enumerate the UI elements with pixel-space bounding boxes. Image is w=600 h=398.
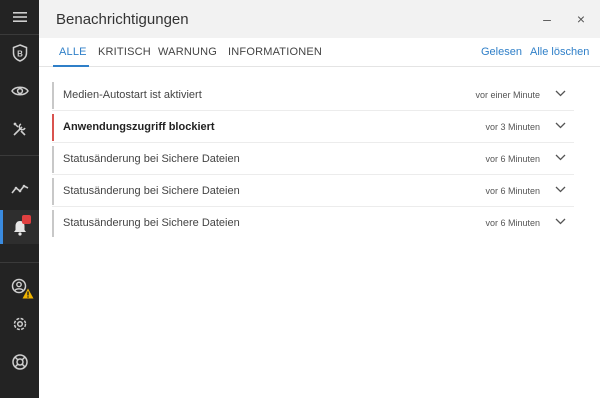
title-bar: Benachrichtigungen – × <box>39 0 600 38</box>
notification-time: vor 6 Minuten <box>485 218 540 228</box>
window-title: Benachrichtigungen <box>56 11 189 28</box>
sidebar-item-account[interactable] <box>0 270 39 304</box>
main-panel: Benachrichtigungen – × ALLE KRITISCH WAR… <box>39 0 600 398</box>
sidebar-item-menu[interactable] <box>0 0 39 34</box>
notification-badge <box>22 215 31 224</box>
sidebar-divider <box>0 155 39 156</box>
sidebar-item-support[interactable] <box>0 345 39 379</box>
sidebar-divider <box>0 34 39 35</box>
gear-icon <box>13 317 26 331</box>
notification-row[interactable]: Statusänderung bei Sichere Dateien vor 6… <box>52 208 574 239</box>
chevron-down-icon[interactable] <box>555 218 566 225</box>
notification-row[interactable]: Medien-Autostart ist aktiviert vor einer… <box>52 80 574 111</box>
notification-text: Statusänderung bei Sichere Dateien <box>63 185 240 197</box>
chevron-down-icon[interactable] <box>555 186 566 193</box>
minimize-button[interactable]: – <box>536 8 558 30</box>
severity-bar <box>52 210 54 237</box>
activity-icon <box>10 184 28 194</box>
chevron-down-icon[interactable] <box>555 90 566 97</box>
notification-row[interactable]: Statusänderung bei Sichere Dateien vor 6… <box>52 176 574 207</box>
tools-icon <box>12 122 26 136</box>
severity-bar <box>52 114 54 141</box>
notification-time: vor 3 Minuten <box>485 122 540 132</box>
chevron-down-icon[interactable] <box>555 122 566 129</box>
shield-b-icon: B <box>12 44 27 62</box>
notification-text: Medien-Autostart ist aktiviert <box>63 89 202 101</box>
notification-row[interactable]: Anwendungszugriff blockiert vor 3 Minute… <box>52 112 574 143</box>
svg-text:B: B <box>17 50 23 59</box>
lifebuoy-icon <box>11 354 28 370</box>
chevron-down-icon[interactable] <box>555 154 566 161</box>
warning-icon <box>22 288 34 299</box>
notification-row[interactable]: Statusänderung bei Sichere Dateien vor 6… <box>52 144 574 175</box>
tab-information[interactable]: INFORMATIONEN <box>228 46 322 58</box>
sidebar-item-protection[interactable]: B <box>0 36 39 70</box>
tab-all[interactable]: ALLE <box>59 46 87 58</box>
active-indicator <box>0 210 3 244</box>
notification-text: Anwendungszugriff blockiert <box>63 121 215 133</box>
notification-time: vor 6 Minuten <box>485 154 540 164</box>
mark-read-link[interactable]: Gelesen <box>481 46 522 58</box>
sidebar: B <box>0 0 39 398</box>
close-button[interactable]: × <box>570 8 592 30</box>
sidebar-divider <box>0 262 39 263</box>
notification-time: vor einer Minute <box>475 90 540 100</box>
notification-text: Statusänderung bei Sichere Dateien <box>63 217 240 229</box>
tab-warning[interactable]: WARNUNG <box>158 46 217 58</box>
sidebar-item-privacy[interactable] <box>0 74 39 108</box>
notification-time: vor 6 Minuten <box>485 186 540 196</box>
severity-bar <box>52 178 54 205</box>
severity-bar <box>52 82 54 109</box>
tab-bar: ALLE KRITISCH WARNUNG INFORMATIONEN Gele… <box>39 38 600 67</box>
tab-critical[interactable]: KRITISCH <box>98 46 151 58</box>
delete-all-link[interactable]: Alle löschen <box>530 46 589 58</box>
notification-text: Statusänderung bei Sichere Dateien <box>63 153 240 165</box>
eye-icon <box>10 86 29 96</box>
sidebar-item-utilities[interactable] <box>0 112 39 146</box>
sidebar-item-settings[interactable] <box>0 307 39 341</box>
menu-icon <box>12 12 27 22</box>
active-tab-underline <box>53 65 89 67</box>
severity-bar <box>52 146 54 173</box>
sidebar-item-notifications[interactable] <box>0 210 39 244</box>
sidebar-item-activity[interactable] <box>0 172 39 206</box>
